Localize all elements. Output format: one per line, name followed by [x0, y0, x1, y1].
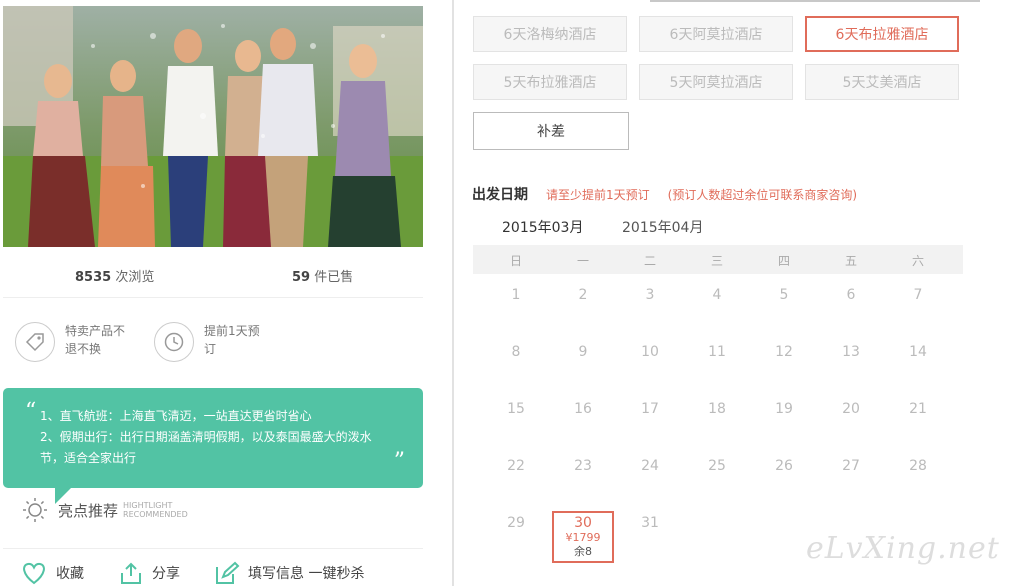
- calendar-day: 6: [846, 287, 856, 303]
- sun-icon: [23, 498, 47, 522]
- views-stat: 8535 次浏览: [75, 270, 155, 285]
- calendar-day: 28: [909, 458, 927, 474]
- divider: [3, 548, 423, 549]
- hotel-option[interactable]: 5天阿莫拉酒店: [639, 64, 793, 100]
- hotel-option[interactable]: 5天布拉雅酒店: [473, 64, 627, 100]
- top-border-right: [650, 0, 980, 2]
- advance-booking-badge: 提前1天预订: [154, 322, 268, 362]
- calendar-day: 2: [578, 287, 588, 303]
- calendar-day: 17: [641, 401, 659, 417]
- highlight-quote: “ 1、直飞航班：上海直飞清迈，一站直达更省时省心 2、假期出行：出行日期涵盖清…: [3, 388, 423, 504]
- close-quote-mark: ”: [393, 449, 405, 474]
- calendar-day: 26: [775, 458, 793, 474]
- supplement-button[interactable]: 补差: [473, 112, 629, 150]
- calendar-day: 19: [775, 401, 793, 417]
- badge-text: 特卖产品不退不换: [65, 324, 126, 356]
- badge-text: 提前1天预订: [204, 324, 260, 356]
- calendar-day: 24: [641, 458, 659, 474]
- calendar-day: 22: [507, 458, 525, 474]
- hotel-option[interactable]: 5天艾美酒店: [805, 64, 959, 100]
- departure-title: 出发日期: [472, 187, 528, 203]
- product-stats: 8535 次浏览 59 件已售: [3, 258, 423, 292]
- day-remaining: 余8: [574, 545, 592, 558]
- fill-info-button[interactable]: 填写信息 一键秒杀: [214, 561, 364, 585]
- month-tab[interactable]: 2015年04月: [622, 217, 703, 237]
- departure-header: 出发日期 请至少提前1天预订 (预订人数超过余位可联系商家咨询): [472, 184, 857, 204]
- calendar-day: 18: [708, 401, 726, 417]
- weekday-label: 六: [911, 254, 924, 268]
- day-number: 30: [574, 515, 592, 531]
- advance-note: 请至少提前1天预订: [546, 187, 650, 202]
- weekday-label: 日: [509, 254, 522, 268]
- hotel-option-selected[interactable]: 6天布拉雅酒店: [805, 16, 959, 52]
- product-left-panel: 8535 次浏览 59 件已售 特卖产品不退不换 提前1天预订 “ 1、直飞航班…: [0, 0, 440, 586]
- calendar-day-available[interactable]: 30 ¥1799 余8: [552, 511, 614, 563]
- product-photo: [3, 6, 423, 247]
- no-refund-badge: 特卖产品不退不换: [15, 322, 129, 362]
- quote-line-1: 1、直飞航班：上海直飞清迈，一站直达更省时省心: [40, 409, 312, 423]
- watermark-logo: eLvXing.net: [806, 531, 1000, 566]
- share-button[interactable]: 分享: [118, 561, 180, 585]
- favorite-button[interactable]: 收藏: [20, 561, 84, 585]
- open-quote-mark: “: [25, 399, 37, 424]
- tag-icon: [15, 322, 55, 362]
- weekday-label: 三: [710, 254, 723, 268]
- calendar-day: 29: [507, 515, 525, 531]
- calendar-day: 1: [511, 287, 521, 303]
- hotel-option[interactable]: 6天阿莫拉酒店: [639, 16, 793, 52]
- calendar-day: 14: [909, 344, 927, 360]
- highlight-en-label: HIGHTLIGHT RECOMMENDED: [123, 501, 188, 519]
- calendar-day: 11: [708, 344, 726, 360]
- calendar-day: 4: [712, 287, 722, 303]
- highlight-recommend-header: 亮点推荐 HIGHTLIGHT RECOMMENDED: [22, 497, 188, 523]
- calendar-day: 10: [641, 344, 659, 360]
- calendar-day: 20: [842, 401, 860, 417]
- calendar-day: 23: [574, 458, 592, 474]
- calendar-weekday-header: 日 一 二 三 四 五 六: [473, 245, 963, 274]
- month-tab-active[interactable]: 2015年03月: [500, 217, 586, 251]
- calendar-day: 16: [574, 401, 592, 417]
- day-price: ¥1799: [565, 531, 601, 544]
- calendar-day: 7: [913, 287, 923, 303]
- calendar-day: 12: [775, 344, 793, 360]
- hotel-option[interactable]: 6天洛梅纳酒店: [473, 16, 627, 52]
- calendar-day: 31: [641, 515, 659, 531]
- calendar-day: 15: [507, 401, 525, 417]
- calendar-day: 27: [842, 458, 860, 474]
- column-divider: [452, 0, 454, 586]
- quote-line-2: 2、假期出行：出行日期涵盖清明假期，以及泰国最盛大的泼水节，适合全家出行: [40, 430, 372, 465]
- weekday-label: 一: [576, 254, 589, 268]
- calendar-day: 8: [511, 344, 521, 360]
- calendar-day: 5: [779, 287, 789, 303]
- highlight-title: 亮点推荐: [58, 501, 119, 520]
- weekday-label: 二: [643, 254, 656, 268]
- calendar-day: 3: [645, 287, 655, 303]
- calendar-day: 9: [578, 344, 588, 360]
- capacity-note: (预订人数超过余位可联系商家咨询): [667, 187, 858, 202]
- clock-history-icon: [154, 322, 194, 362]
- calendar-day: 25: [708, 458, 726, 474]
- action-bar: 收藏 分享 填写信息 一键秒杀: [20, 561, 440, 585]
- calendar-day: 13: [842, 344, 860, 360]
- divider: [3, 297, 423, 298]
- calendar-day: 21: [909, 401, 927, 417]
- weekday-label: 四: [777, 254, 790, 268]
- weekday-label: 五: [844, 254, 857, 268]
- share-icon: [121, 562, 141, 584]
- heart-icon: [23, 562, 45, 585]
- edit-icon: [216, 561, 240, 584]
- sold-stat: 59 件已售: [292, 270, 354, 285]
